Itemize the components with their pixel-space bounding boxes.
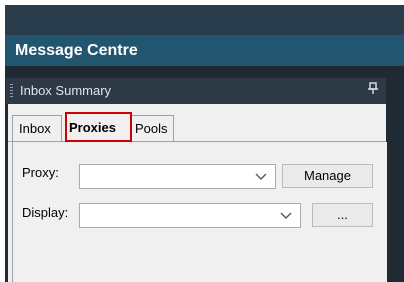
proxies-tab-content: Proxy: Manage Display: ... xyxy=(12,142,387,282)
window-title-bar: Message Centre xyxy=(5,35,404,67)
grip-icon[interactable] xyxy=(10,84,13,98)
tab-pools[interactable]: Pools xyxy=(129,115,174,141)
proxy-dropdown[interactable] xyxy=(79,164,276,189)
panel-header[interactable]: Inbox Summary xyxy=(6,78,386,104)
panel-title: Inbox Summary xyxy=(20,83,112,98)
display-label: Display: xyxy=(22,205,69,220)
display-dropdown[interactable] xyxy=(79,203,301,228)
top-toolbar-strip xyxy=(5,5,404,35)
tab-proxies[interactable]: Proxies xyxy=(65,112,132,142)
manage-button[interactable]: Manage xyxy=(282,164,373,188)
window-title: Message Centre xyxy=(15,42,138,59)
tab-inbox[interactable]: Inbox xyxy=(12,115,62,141)
chevron-down-icon xyxy=(280,212,292,219)
chevron-down-icon xyxy=(255,173,267,180)
browse-button[interactable]: ... xyxy=(312,203,373,227)
proxy-label: Proxy: xyxy=(22,165,59,180)
pin-icon[interactable] xyxy=(368,82,378,97)
